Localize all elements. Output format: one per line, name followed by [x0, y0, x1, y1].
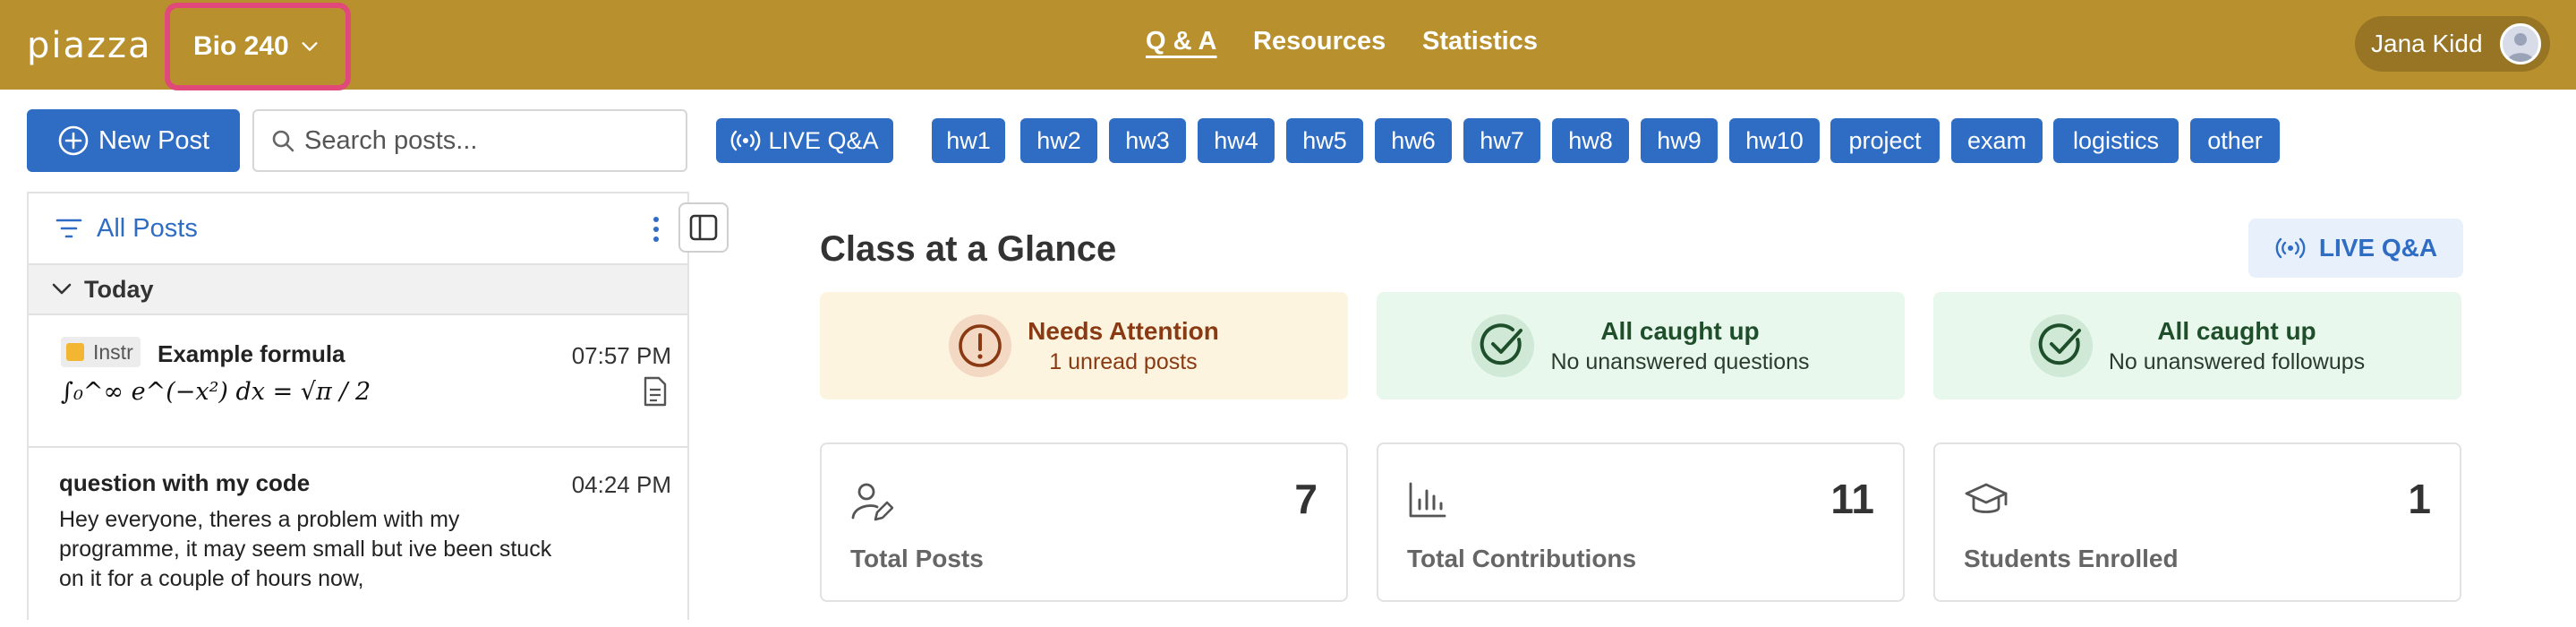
status-subtitle: No unanswered followups: [2108, 348, 2366, 374]
needs-attention-card[interactable]: Needs Attention 1 unread posts: [820, 292, 1348, 399]
check-icon-wrap: [2029, 314, 2093, 377]
post-time: 04:24 PM: [571, 471, 671, 498]
alert-circle-icon: [959, 324, 1002, 367]
user-name: Jana Kidd: [2371, 30, 2483, 57]
note-icon: [644, 376, 667, 407]
instructor-square-icon: [66, 343, 84, 361]
post-time: 07:57 PM: [571, 342, 671, 369]
stat-label: Total Contributions: [1407, 545, 1637, 572]
more-options-icon[interactable]: [652, 215, 661, 244]
bar-chart-icon: [1409, 482, 1446, 518]
instructor-badge-label: Instr: [93, 339, 133, 364]
tag-exam[interactable]: exam: [1951, 118, 2043, 163]
user-edit-icon: [851, 483, 893, 521]
status-title: Needs Attention: [1028, 316, 1219, 345]
page-title: Class at a Glance: [820, 229, 1117, 269]
tag-other[interactable]: other: [2190, 118, 2280, 163]
post-feed: All Posts Today Instr Example formula 07…: [27, 192, 689, 620]
total-posts-card: 7 Total Posts: [820, 442, 1348, 602]
students-enrolled-card: 1 Students Enrolled: [1933, 442, 2461, 602]
tag-hw1[interactable]: hw1: [932, 118, 1005, 163]
broadcast-icon: [2275, 237, 2306, 259]
instructor-badge: Instr: [61, 337, 141, 367]
filter-label: All Posts: [97, 213, 198, 243]
live-qa-button[interactable]: LIVE Q&A: [2248, 219, 2463, 278]
stat-value: 1: [2408, 476, 2431, 522]
group-header-today[interactable]: Today: [29, 263, 687, 315]
search-icon: [272, 130, 294, 152]
nav-qa[interactable]: Q & A: [1146, 27, 1216, 56]
post-item[interactable]: Instr Example formula 07:57 PM ∫₀^∞ e^(−…: [29, 315, 687, 448]
stat-value: 7: [1294, 476, 1318, 522]
tag-hw3[interactable]: hw3: [1109, 118, 1186, 163]
status-title: All caught up: [2157, 316, 2316, 345]
tag-hw10[interactable]: hw10: [1729, 118, 1820, 163]
stat-value: 11: [1830, 476, 1874, 522]
main-nav: Q & A Resources Statistics: [0, 27, 2576, 63]
tag-project[interactable]: project: [1830, 118, 1940, 163]
post-title: Example formula: [158, 340, 345, 367]
tag-hw2[interactable]: hw2: [1020, 118, 1097, 163]
post-item[interactable]: question with my code 04:24 PM Hey every…: [29, 448, 687, 627]
stat-label: Total Posts: [850, 545, 984, 572]
filter-icon: [55, 219, 82, 238]
search-input[interactable]: [304, 125, 662, 156]
live-qa-filter-chip[interactable]: LIVE Q&A: [716, 118, 893, 163]
new-post-label: New Post: [98, 125, 210, 155]
tag-hw6[interactable]: hw6: [1375, 118, 1452, 163]
graduation-cap-icon: [1965, 483, 2008, 513]
new-post-button[interactable]: New Post: [27, 109, 240, 172]
check-icon-wrap: [1471, 314, 1535, 377]
broadcast-icon: [731, 130, 761, 151]
stat-label: Students Enrolled: [1964, 545, 2179, 572]
status-subtitle: No unanswered questions: [1550, 348, 1810, 374]
chevron-down-icon: [52, 283, 72, 295]
nav-resources[interactable]: Resources: [1253, 27, 1386, 56]
alert-icon-wrap: [949, 314, 1012, 377]
sidebar-toggle-icon: [689, 214, 718, 241]
top-bar: piazza Bio 240 Q & A Resources Statistic…: [0, 0, 2576, 90]
tag-logistics[interactable]: logistics: [2053, 118, 2179, 163]
post-title: question with my code: [59, 469, 311, 496]
post-preview: Hey everyone, theres a problem with my p…: [59, 507, 552, 591]
user-menu[interactable]: Jana Kidd: [2355, 16, 2550, 72]
followups-status-card: All caught up No unanswered followups: [1933, 292, 2461, 399]
post-formula: ∫₀^∞ e^(−x²) dx = √π / 2: [61, 378, 371, 406]
live-chip-label: LIVE Q&A: [768, 126, 879, 154]
avatar: [2500, 23, 2541, 64]
tag-hw4[interactable]: hw4: [1198, 118, 1275, 163]
feed-filter[interactable]: All Posts: [29, 193, 687, 263]
tag-hw8[interactable]: hw8: [1552, 118, 1629, 163]
group-label: Today: [84, 275, 154, 303]
tag-hw5[interactable]: hw5: [1286, 118, 1363, 163]
status-subtitle: 1 unread posts: [1049, 348, 1198, 374]
tag-hw9[interactable]: hw9: [1641, 118, 1718, 163]
toggle-sidebar-button[interactable]: [678, 202, 729, 253]
search-box: [252, 109, 687, 172]
nav-statistics[interactable]: Statistics: [1422, 27, 1538, 56]
live-qa-label: LIVE Q&A: [2318, 234, 2438, 262]
total-contributions-card: 11 Total Contributions: [1377, 442, 1905, 602]
check-circle-icon: [1480, 323, 1523, 365]
check-circle-icon: [2038, 323, 2081, 365]
plus-circle-icon: [58, 125, 89, 156]
user-avatar-icon: [2507, 33, 2534, 62]
status-title: All caught up: [1600, 316, 1760, 345]
tag-hw7[interactable]: hw7: [1463, 118, 1540, 163]
questions-status-card: All caught up No unanswered questions: [1377, 292, 1905, 399]
